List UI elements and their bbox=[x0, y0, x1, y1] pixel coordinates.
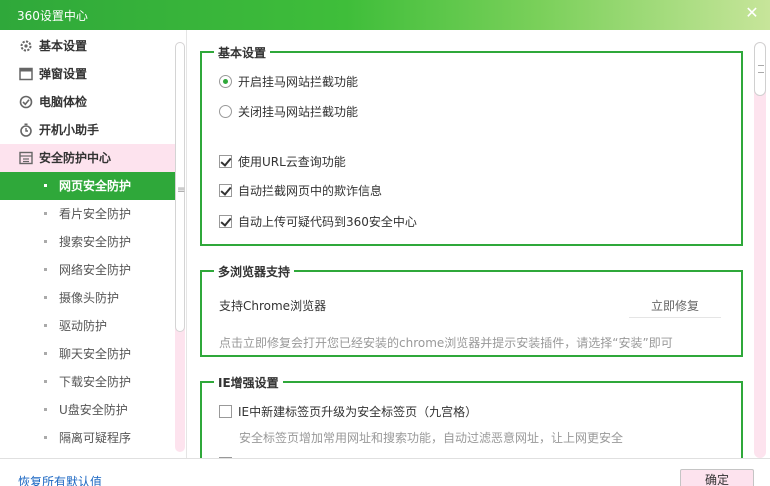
multi-browser-group: 多浏览器支持 支持Chrome浏览器 立即修复 点击立即修复会打开您已经安装的c… bbox=[200, 263, 743, 357]
checkbox-checked-icon bbox=[219, 184, 232, 197]
radio-selected-icon bbox=[219, 75, 232, 88]
sidebar-scrollbar[interactable] bbox=[175, 42, 185, 452]
sidebar-item-basic-settings[interactable]: 基本设置 bbox=[0, 32, 175, 60]
sidebar-item-label: 弹窗设置 bbox=[39, 67, 88, 81]
settings-scrollbar[interactable] bbox=[754, 42, 766, 458]
radio-empty-icon bbox=[219, 105, 232, 118]
option-label: 开启挂马网站拦截功能 bbox=[238, 75, 359, 89]
checkbox-checked-icon bbox=[219, 155, 232, 168]
settings-scrollbar-thumb[interactable] bbox=[754, 42, 766, 96]
checkbox-empty-icon bbox=[219, 405, 232, 418]
bullet bbox=[44, 240, 47, 243]
sidebar-item-label: 看片安全防护 bbox=[59, 207, 132, 221]
sidebar-item-driver-protection[interactable]: 驱动防护 bbox=[0, 312, 175, 340]
footer: 恢复所有默认值 确定 bbox=[0, 458, 770, 486]
title-bar: 360设置中心 ✕ bbox=[0, 0, 770, 30]
option-label: 自动上传可疑代码到360安全中心 bbox=[238, 215, 417, 229]
sidebar-item-security-center[interactable]: 安全防护中心 bbox=[0, 144, 175, 172]
sidebar-item-label: 驱动防护 bbox=[59, 319, 108, 333]
bullet bbox=[44, 212, 47, 215]
sidebar-item-startup-helper[interactable]: 开机小助手 bbox=[0, 116, 175, 144]
option-label: 使用URL云查询功能 bbox=[238, 155, 346, 169]
chrome-hint: 点击立即修复会打开您已经安装的chrome浏览器并提示安装插件，请选择“安装”即… bbox=[219, 336, 673, 350]
sidebar-item-web-protection[interactable]: 网页安全防护 bbox=[0, 172, 175, 200]
bullet bbox=[44, 268, 47, 271]
checkbox-checked-icon bbox=[219, 215, 232, 228]
shield-icon bbox=[19, 151, 33, 165]
bullet bbox=[44, 296, 47, 299]
sidebar-item-label: 安全防护中心 bbox=[39, 151, 112, 165]
sidebar-item-label: 网页安全防护 bbox=[59, 179, 132, 193]
sidebar-item-download-protection[interactable]: 下载安全防护 bbox=[0, 368, 175, 396]
sidebar-item-search-protection[interactable]: 搜索安全防护 bbox=[0, 228, 175, 256]
group-title: IE增强设置 bbox=[214, 374, 283, 391]
timer-icon bbox=[20, 123, 32, 137]
bullet bbox=[44, 436, 47, 439]
checkup-icon bbox=[19, 95, 33, 109]
close-icon[interactable]: ✕ bbox=[742, 3, 762, 23]
option-label: 自动拦截网页中的欺诈信息 bbox=[238, 184, 383, 198]
safe-tab-hint: 安全标签页增加常用网址和搜索功能，自动过滤恶意网址，让上网更安全 bbox=[239, 431, 624, 445]
restore-defaults-link[interactable]: 恢复所有默认值 bbox=[18, 473, 102, 486]
sidebar-item-label: 电脑体检 bbox=[39, 95, 88, 109]
sidebar-item-usb-protection[interactable]: U盘安全防护 bbox=[0, 396, 175, 424]
bullet bbox=[44, 380, 47, 383]
sidebar-item-video-protection[interactable]: 看片安全防护 bbox=[0, 200, 175, 228]
sidebar-item-label: U盘安全防护 bbox=[59, 403, 128, 417]
window-title: 360设置中心 bbox=[17, 9, 88, 23]
sidebar-item-popup-settings[interactable]: 弹窗设置 bbox=[0, 60, 175, 88]
settings-panel: 基本设置 开启挂马网站拦截功能 关闭挂马网站拦截功能 使用URL云查询功能 自动… bbox=[188, 30, 770, 458]
option-label: 关闭挂马网站拦截功能 bbox=[238, 105, 359, 119]
bullet bbox=[44, 352, 47, 355]
sidebar-item-camera-protection[interactable]: 摄像头防护 bbox=[0, 284, 175, 312]
sidebar-item-quarantine[interactable]: 隔离可疑程序 bbox=[0, 424, 175, 452]
grip-icon: ≡ bbox=[177, 185, 186, 196]
sidebar-item-network-protection[interactable]: 网络安全防护 bbox=[0, 256, 175, 284]
sidebar-item-label: 开机小助手 bbox=[39, 123, 100, 137]
sidebar-item-pc-checkup[interactable]: 电脑体检 bbox=[0, 88, 175, 116]
sidebar-item-label: 隔离可疑程序 bbox=[59, 431, 132, 445]
sidebar-item-label: 搜索安全防护 bbox=[59, 235, 132, 249]
sidebar-item-label: 基本设置 bbox=[39, 39, 88, 53]
window-icon bbox=[19, 67, 33, 81]
option-label: IE中新建标签页升级为安全标签页（九宫格） bbox=[238, 405, 478, 419]
group-title: 多浏览器支持 bbox=[214, 263, 295, 280]
sidebar-item-chat-protection[interactable]: 聊天安全防护 bbox=[0, 340, 175, 368]
sidebar: 基本设置 弹窗设置 电脑体检 开机小助手 安全防护中心 网页安全防护 看片安全防… bbox=[0, 30, 187, 458]
sidebar-item-label: 摄像头防护 bbox=[59, 291, 120, 305]
bullet bbox=[44, 324, 47, 327]
ok-button[interactable]: 确定 bbox=[680, 469, 754, 486]
grip-icon bbox=[758, 65, 764, 73]
gear-icon bbox=[20, 40, 32, 52]
sidebar-item-label: 下载安全防护 bbox=[59, 375, 132, 389]
sidebar-item-label: 网络安全防护 bbox=[59, 263, 132, 277]
ie-enhance-group: IE增强设置 IE中新建标签页升级为安全标签页（九宫格） 安全标签页增加常用网址… bbox=[200, 374, 743, 458]
chrome-support-label: 支持Chrome浏览器 bbox=[219, 299, 327, 313]
basic-settings-group: 基本设置 开启挂马网站拦截功能 关闭挂马网站拦截功能 使用URL云查询功能 自动… bbox=[200, 44, 743, 246]
fix-now-button[interactable]: 立即修复 bbox=[629, 294, 721, 318]
sidebar-item-label: 聊天安全防护 bbox=[59, 347, 132, 361]
bullet bbox=[44, 184, 47, 187]
group-title: 基本设置 bbox=[214, 44, 271, 61]
bullet bbox=[44, 408, 47, 411]
